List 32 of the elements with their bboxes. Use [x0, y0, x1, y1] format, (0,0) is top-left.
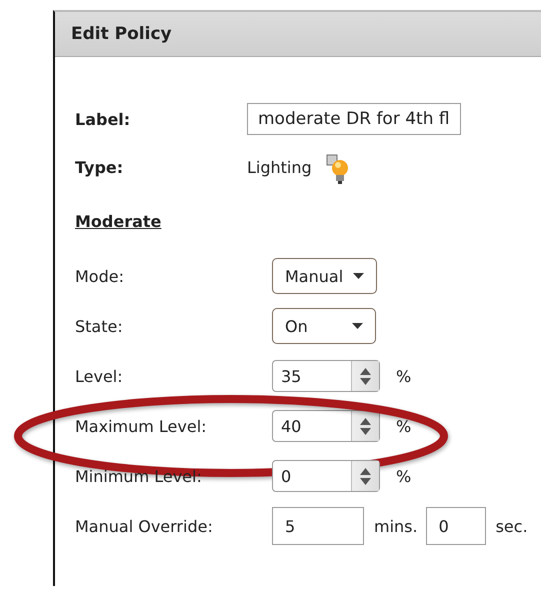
- number-field[interactable]: 0: [272, 460, 380, 492]
- down-arrow-icon[interactable]: [360, 378, 371, 384]
- field-label: Manual Override:: [75, 516, 214, 536]
- input-field[interactable]: 0: [426, 507, 486, 545]
- field-label: Type:: [75, 158, 124, 176]
- unit-label: sec.: [496, 516, 528, 536]
- unit-label: mins.: [374, 516, 418, 536]
- dropdown[interactable]: On: [272, 308, 376, 344]
- number-field[interactable]: 40: [272, 410, 380, 442]
- field-label: Mode:: [75, 266, 125, 286]
- number-field[interactable]: 35: [272, 360, 380, 392]
- lightbulb-icon: [326, 154, 350, 186]
- up-arrow-icon[interactable]: [360, 468, 371, 474]
- field-label: Level:: [75, 366, 124, 386]
- field-label: Label:: [75, 110, 132, 128]
- field-label: Maximum Level:: [75, 416, 208, 436]
- up-arrow-icon[interactable]: [360, 418, 371, 424]
- input-field[interactable]: 5: [272, 507, 364, 545]
- up-arrow-icon[interactable]: [360, 368, 371, 374]
- input-field[interactable]: moderate DR for 4th fl: [247, 103, 461, 135]
- field-label: State:: [75, 316, 124, 336]
- unit-label: %: [396, 466, 412, 486]
- dialog-title: Edit Policy: [71, 24, 172, 44]
- caret-icon: [352, 323, 363, 329]
- section-heading: Moderate: [75, 212, 162, 230]
- unit-label: %: [396, 416, 412, 436]
- type-value: Lighting: [247, 158, 312, 176]
- caret-icon: [353, 273, 364, 279]
- down-arrow-icon[interactable]: [360, 478, 371, 484]
- down-arrow-icon[interactable]: [360, 428, 371, 434]
- dropdown[interactable]: Manual: [272, 258, 378, 294]
- unit-label: %: [396, 366, 412, 386]
